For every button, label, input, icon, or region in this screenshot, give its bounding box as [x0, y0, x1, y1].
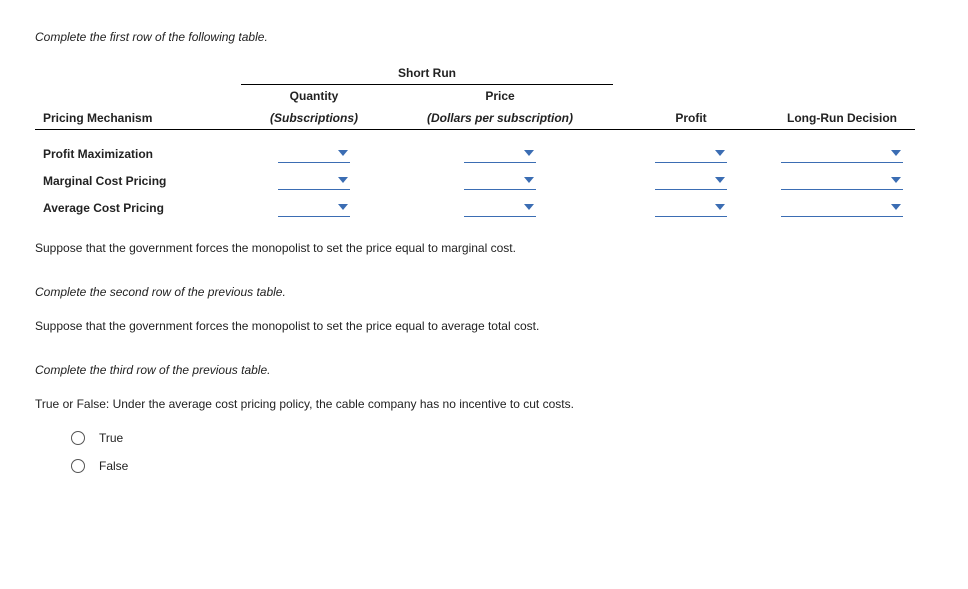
chevron-down-icon [338, 204, 348, 210]
pricing-table: Short Run Quantity Price Pricing Mechani… [35, 62, 915, 221]
chevron-down-icon [715, 204, 725, 210]
chevron-down-icon [891, 177, 901, 183]
paragraph-mc: Suppose that the government forces the m… [35, 241, 933, 255]
chevron-down-icon [524, 150, 534, 156]
dropdown-r2-profit[interactable] [655, 171, 727, 190]
header-quantity: Quantity [241, 85, 387, 108]
chevron-down-icon [715, 150, 725, 156]
instruction-2: Complete the second row of the previous … [35, 285, 933, 299]
row-label-mc-pricing: Marginal Cost Pricing [35, 167, 241, 194]
header-short-run: Short Run [241, 62, 613, 85]
chevron-down-icon [891, 150, 901, 156]
row-label-profit-max: Profit Maximization [35, 140, 241, 167]
dropdown-r2-quantity[interactable] [278, 171, 350, 190]
instruction-3: Complete the third row of the previous t… [35, 363, 933, 377]
header-profit: Profit [613, 107, 769, 130]
dropdown-r1-profit[interactable] [655, 144, 727, 163]
instruction-1: Complete the first row of the following … [35, 30, 933, 44]
true-false-group: True False [71, 431, 933, 473]
paragraph-ac: Suppose that the government forces the m… [35, 319, 933, 333]
chevron-down-icon [715, 177, 725, 183]
radio-icon [71, 431, 85, 445]
chevron-down-icon [891, 204, 901, 210]
chevron-down-icon [338, 150, 348, 156]
dropdown-r1-quantity[interactable] [278, 144, 350, 163]
chevron-down-icon [524, 204, 534, 210]
chevron-down-icon [524, 177, 534, 183]
header-quantity-sub: (Subscriptions) [241, 107, 387, 130]
radio-false-label: False [99, 459, 128, 473]
dropdown-r3-price[interactable] [464, 198, 536, 217]
radio-icon [71, 459, 85, 473]
dropdown-r3-longrun[interactable] [781, 198, 903, 217]
header-price-sub: (Dollars per subscription) [387, 107, 613, 130]
dropdown-r1-longrun[interactable] [781, 144, 903, 163]
row-label-ac-pricing: Average Cost Pricing [35, 194, 241, 221]
dropdown-r3-profit[interactable] [655, 198, 727, 217]
chevron-down-icon [338, 177, 348, 183]
radio-false[interactable]: False [71, 459, 933, 473]
radio-true-label: True [99, 431, 123, 445]
dropdown-r1-price[interactable] [464, 144, 536, 163]
header-mechanism: Pricing Mechanism [35, 107, 241, 130]
dropdown-r2-price[interactable] [464, 171, 536, 190]
header-price: Price [387, 85, 613, 108]
header-longrun: Long-Run Decision [769, 107, 915, 130]
true-false-prompt: True or False: Under the average cost pr… [35, 397, 933, 411]
radio-true[interactable]: True [71, 431, 933, 445]
dropdown-r2-longrun[interactable] [781, 171, 903, 190]
dropdown-r3-quantity[interactable] [278, 198, 350, 217]
